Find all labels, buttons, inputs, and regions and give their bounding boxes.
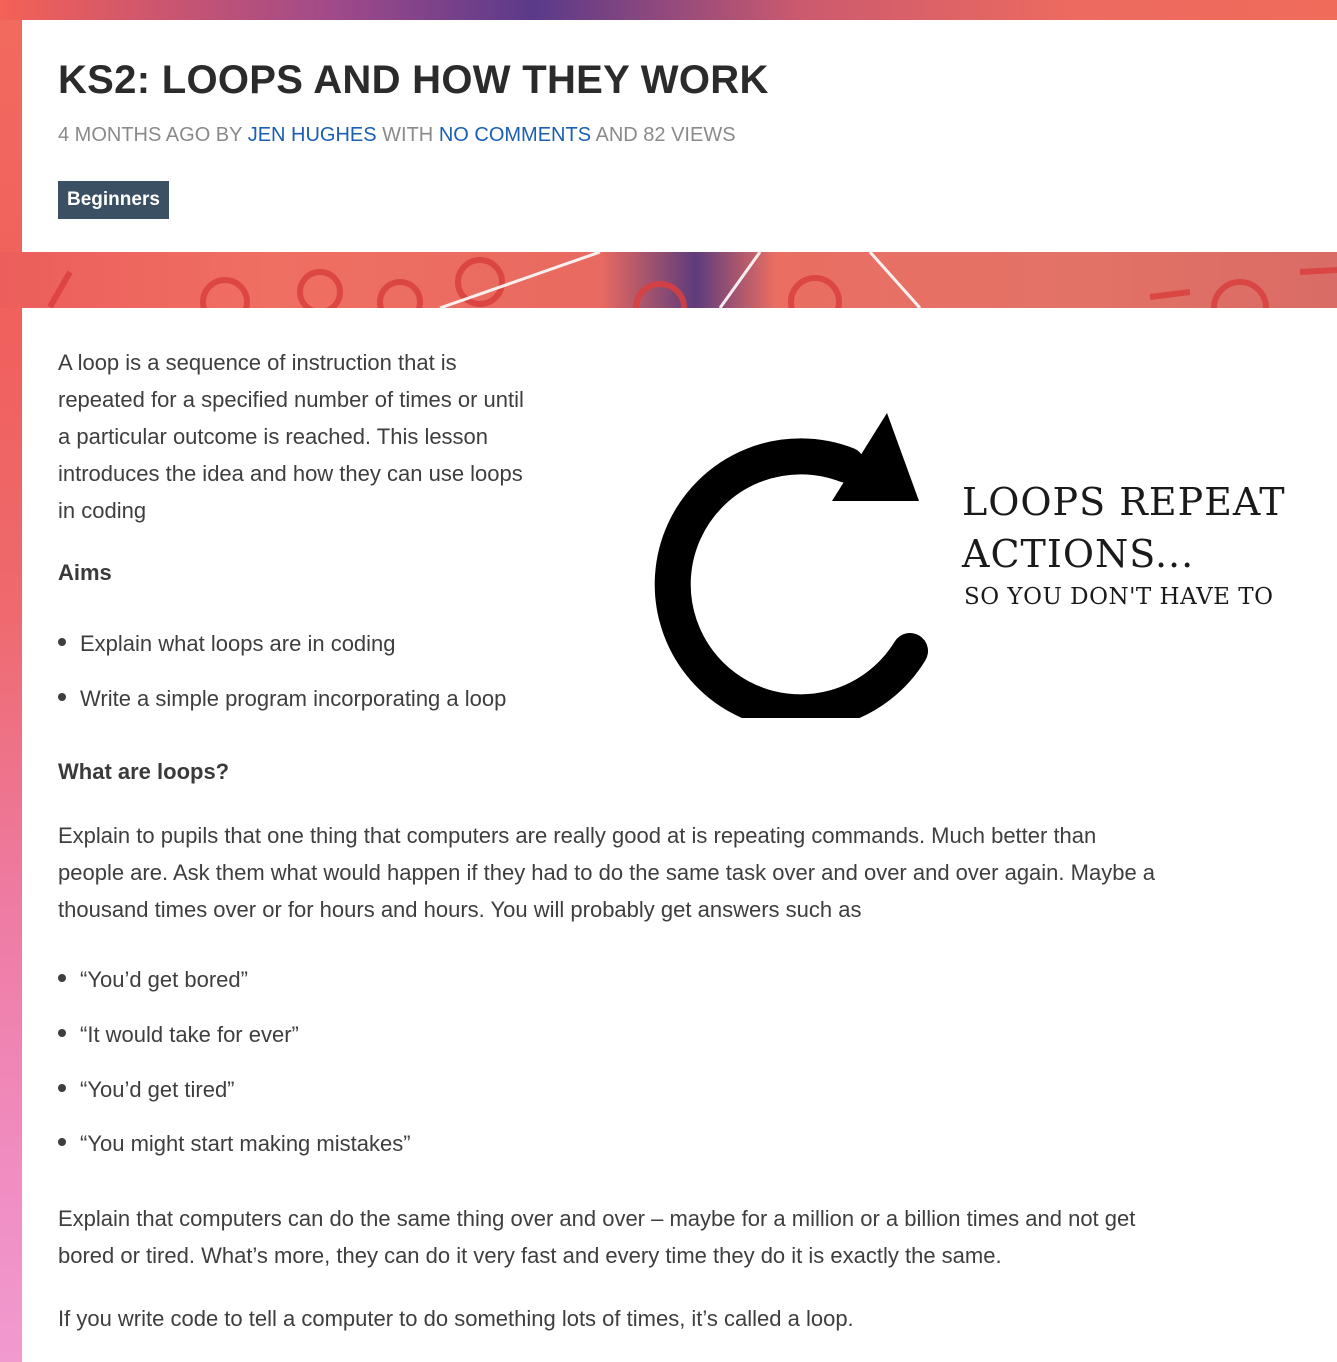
list-item: “You might start making mistakes” <box>58 1131 411 1157</box>
answer-text: “You’d get tired” <box>80 1077 235 1102</box>
aim-text: Write a simple program incorporating a l… <box>80 686 507 711</box>
headline-line: LOOPS REPEAT <box>962 480 1286 524</box>
views-count: 82 VIEWS <box>643 124 736 146</box>
bullet-dot <box>58 1138 66 1147</box>
aims-heading: Aims <box>58 560 112 585</box>
banner-numbers-art <box>47 252 1337 308</box>
intro-paragraph: A loop is a sequence of instruction that… <box>58 344 524 529</box>
list-item: Write a simple program incorporating a l… <box>58 686 506 712</box>
author-link[interactable]: JEN HUGHES <box>248 124 377 146</box>
loops-graphic-headline: LOOPS REPEAT ACTIONS... <box>962 476 1286 580</box>
paragraph-line: bored or tired. What’s more, they can do… <box>58 1243 1002 1268</box>
intro-line: A loop is a sequence of instruction that… <box>58 350 457 375</box>
list-item: “It would take for ever” <box>58 1022 299 1048</box>
closing-paragraph: If you write code to tell a computer to … <box>58 1306 854 1331</box>
bullet-dot <box>58 693 66 702</box>
post-age: 4 MONTHS AGO BY <box>58 124 243 146</box>
list-item: “You’d get bored” <box>58 967 248 993</box>
aim-text: Explain what loops are in coding <box>80 631 396 656</box>
answer-text: “You might start making mistakes” <box>80 1131 411 1156</box>
answer-text: “You’d get bored” <box>80 967 248 992</box>
post-title: KS2: LOOPS AND HOW THEY WORK <box>58 58 769 102</box>
post-content: A loop is a sequence of instruction that… <box>22 308 1337 1362</box>
loops-paragraph: Explain to pupils that one thing that co… <box>58 817 1155 928</box>
bullet-dot <box>58 1084 66 1093</box>
intro-line: in coding <box>58 498 147 523</box>
post-header: KS2: LOOPS AND HOW THEY WORK 4 MONTHS AG… <box>22 20 1337 252</box>
headline-line: ACTIONS... <box>962 532 1195 576</box>
meta-with: WITH <box>382 124 434 146</box>
decorative-banner-band <box>0 252 1337 308</box>
loops-graphic-subline: SO YOU DON'T HAVE TO <box>964 584 1274 610</box>
refresh-arrow-icon <box>654 413 928 718</box>
category-tag-beginners[interactable]: Beginners <box>58 181 169 219</box>
bullet-dot <box>58 974 66 983</box>
paragraph-line: Explain to pupils that one thing that co… <box>58 823 1097 848</box>
list-item: “You’d get tired” <box>58 1077 235 1103</box>
meta-and: AND <box>595 124 638 146</box>
decorative-banner-top <box>0 0 1337 20</box>
paragraph-line: people are. Ask them what would happen i… <box>58 860 1156 885</box>
answer-text: “It would take for ever” <box>80 1022 299 1047</box>
bullet-dot <box>58 1029 66 1038</box>
intro-line: a particular outcome is reached. This le… <box>58 424 489 449</box>
paragraph-line: Explain that computers can do the same t… <box>58 1206 1136 1231</box>
explain-paragraph: Explain that computers can do the same t… <box>58 1200 1135 1274</box>
list-item: Explain what loops are in coding <box>58 631 396 657</box>
comments-link[interactable]: NO COMMENTS <box>439 124 591 146</box>
intro-line: repeated for a specified number of times… <box>58 387 524 412</box>
bullet-dot <box>58 638 66 647</box>
what-are-loops-heading: What are loops? <box>58 759 230 784</box>
intro-line: introduces the idea and how they can use… <box>58 461 523 486</box>
post-meta: 4 MONTHS AGO BY JEN HUGHES WITH NO COMME… <box>58 124 736 147</box>
paragraph-line: thousand times over or for hours and hou… <box>58 897 862 922</box>
